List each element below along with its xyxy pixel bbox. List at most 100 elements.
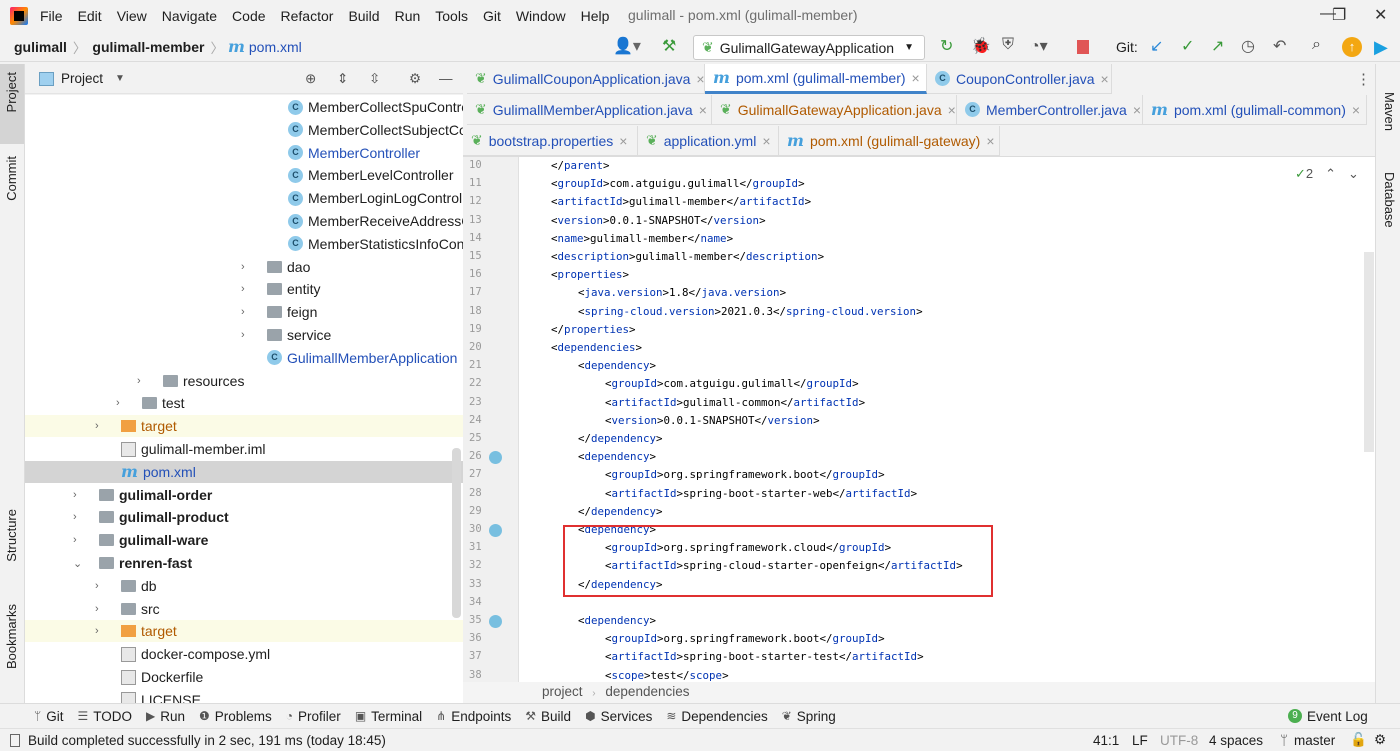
- tree-item[interactable]: Dockerfile: [25, 666, 463, 688]
- tree-item[interactable]: › gulimall-ware: [25, 529, 463, 551]
- chevron-right-icon[interactable]: ›: [241, 283, 245, 295]
- tree-item[interactable]: › service: [25, 324, 463, 346]
- editor-tab[interactable]: ❦ GulimallCouponApplication.java ×: [467, 64, 705, 94]
- tool-window-git[interactable]: ᛘ Git: [34, 709, 63, 724]
- breadcrumb-root[interactable]: gulimall: [14, 39, 67, 55]
- menu-window[interactable]: Window: [516, 8, 566, 24]
- run-dependency-icon[interactable]: [489, 615, 502, 628]
- breadcrumb-module[interactable]: gulimall-member: [92, 39, 204, 55]
- chevron-right-icon[interactable]: ›: [95, 420, 99, 432]
- update-icon[interactable]: ↑: [1342, 37, 1362, 57]
- tool-window-problems[interactable]: ❶ Problems: [199, 709, 272, 724]
- tree-scrollbar[interactable]: [452, 448, 461, 618]
- chevron-right-icon[interactable]: ›: [95, 580, 99, 592]
- menu-navigate[interactable]: Navigate: [162, 8, 217, 24]
- menu-view[interactable]: View: [117, 8, 147, 24]
- breadcrumb-file[interactable]: pom.xml: [249, 39, 302, 55]
- coverage-icon[interactable]: ⛨: [1002, 36, 1014, 54]
- tree-item[interactable]: C MemberLoginLogController: [25, 187, 463, 209]
- project-view-select[interactable]: Project: [61, 71, 103, 86]
- indent-setting[interactable]: 4 spaces: [1209, 733, 1263, 748]
- menu-refactor[interactable]: Refactor: [281, 8, 334, 24]
- editor-tab[interactable]: ❦ GulimallGatewayApplication.java ×: [712, 95, 957, 125]
- tree-item[interactable]: › gulimall-order: [25, 484, 463, 506]
- chevron-right-icon[interactable]: ›: [241, 261, 245, 273]
- maximize-icon[interactable]: ❐: [1332, 5, 1346, 25]
- build-hammer-icon[interactable]: ⚒: [662, 36, 676, 56]
- tree-item[interactable]: C MemberController: [25, 142, 463, 164]
- tool-window-spring[interactable]: ❦ Spring: [782, 709, 836, 724]
- editor-tab[interactable]: m pom.xml (gulimall-common) ×: [1143, 95, 1367, 125]
- menu-code[interactable]: Code: [232, 8, 265, 24]
- editor-tab[interactable]: m pom.xml (gulimall-gateway) ×: [779, 126, 1000, 156]
- status-toggle-icon[interactable]: [10, 733, 20, 747]
- close-tab-icon[interactable]: ×: [948, 102, 956, 118]
- chevron-right-icon[interactable]: ›: [95, 603, 99, 615]
- menu-file[interactable]: File: [40, 8, 63, 24]
- breadcrumb-dependencies[interactable]: dependencies: [605, 684, 689, 699]
- menu-build[interactable]: Build: [348, 8, 379, 24]
- chevron-right-icon[interactable]: ›: [241, 306, 245, 318]
- tree-item[interactable]: C MemberCollectSubjectController: [25, 119, 463, 141]
- close-window-icon[interactable]: ✕: [1374, 5, 1387, 25]
- menu-run[interactable]: Run: [395, 8, 421, 24]
- git-branch[interactable]: master: [1294, 733, 1335, 748]
- jetbrains-toolbox-icon[interactable]: ▶: [1374, 37, 1388, 58]
- close-tab-icon[interactable]: ×: [696, 71, 704, 87]
- tree-item[interactable]: › test: [25, 392, 463, 414]
- more-tabs-icon[interactable]: ⋮: [1356, 70, 1371, 88]
- history-icon[interactable]: ◷: [1241, 36, 1255, 56]
- tree-item[interactable]: docker-compose.yml: [25, 643, 463, 665]
- tree-item[interactable]: › db: [25, 575, 463, 597]
- tree-item[interactable]: ⌄ renren-fast: [25, 552, 463, 574]
- chevron-down-icon[interactable]: ▼: [115, 73, 125, 84]
- inspection-widget[interactable]: ✓2 ⌃ ⌄: [1295, 166, 1359, 182]
- user-icon[interactable]: 👤▾: [613, 36, 641, 56]
- run-dependency-icon[interactable]: [489, 451, 502, 465]
- rerun-icon[interactable]: ↻: [940, 36, 953, 56]
- run-dependency-icon[interactable]: [489, 524, 502, 537]
- editor-scrollbar[interactable]: [1364, 252, 1374, 452]
- inspector-icon[interactable]: ⚙: [1374, 732, 1386, 748]
- tool-window-terminal[interactable]: ▣ Terminal: [355, 709, 422, 724]
- event-log-button[interactable]: 9 Event Log: [1288, 709, 1368, 724]
- run-configuration-select[interactable]: ❦ GulimallGatewayApplication ▼: [693, 35, 925, 60]
- tool-window-run[interactable]: ▶ Run: [146, 709, 185, 724]
- breadcrumb-project[interactable]: project: [542, 684, 583, 699]
- close-tab-icon[interactable]: ×: [699, 102, 707, 118]
- code-editor[interactable]: 10 11 12 13 14 15 16 17 18 19 20 21 22 23 24 25 26 27 28 29…: [463, 156, 1375, 683]
- commit-tool-tab[interactable]: Commit: [4, 156, 19, 201]
- structure-tool-tab[interactable]: Structure: [4, 509, 19, 562]
- hide-icon[interactable]: —: [439, 71, 453, 86]
- expand-all-icon[interactable]: ⇕: [337, 71, 348, 87]
- menu-tools[interactable]: Tools: [435, 8, 468, 24]
- menu-git[interactable]: Git: [483, 8, 501, 24]
- tool-window-profiler[interactable]: ◔ Profiler: [286, 709, 341, 724]
- tree-item[interactable]: › target: [25, 620, 463, 643]
- rollback-icon[interactable]: ↶: [1273, 36, 1286, 56]
- debug-icon[interactable]: 🐞: [971, 36, 991, 56]
- status-message[interactable]: Build completed successfully in 2 sec, 1…: [28, 733, 386, 748]
- close-tab-icon[interactable]: ×: [762, 133, 770, 149]
- close-tab-icon[interactable]: ×: [1133, 102, 1141, 118]
- editor-tab[interactable]: ❦ application.yml ×: [638, 126, 779, 156]
- tree-item[interactable]: › resources: [25, 370, 463, 392]
- tree-item[interactable]: C MemberLevelController: [25, 164, 463, 186]
- tree-item[interactable]: › gulimall-product: [25, 506, 463, 528]
- file-encoding[interactable]: UTF-8: [1160, 733, 1198, 748]
- database-tool-tab[interactable]: Database: [1382, 172, 1397, 228]
- tree-item[interactable]: › src: [25, 598, 463, 620]
- tree-item[interactable]: › entity: [25, 278, 463, 300]
- close-tab-icon[interactable]: ×: [986, 133, 994, 149]
- project-tool-tab[interactable]: Project: [4, 72, 19, 112]
- maven-tool-tab[interactable]: Maven: [1382, 92, 1397, 131]
- tree-item[interactable]: › dao: [25, 256, 463, 278]
- editor-tab[interactable]: ❦ bootstrap.properties ×: [463, 126, 638, 156]
- profile-icon[interactable]: ◔▾: [1030, 36, 1048, 56]
- tree-item[interactable]: C MemberReceiveAddressController: [25, 210, 463, 232]
- chevron-right-icon[interactable]: ›: [73, 511, 77, 523]
- chevron-right-icon[interactable]: ›: [137, 375, 141, 387]
- menu-help[interactable]: Help: [581, 8, 610, 24]
- menu-edit[interactable]: Edit: [78, 8, 102, 24]
- editor-tab[interactable]: C CouponController.java ×: [927, 64, 1112, 94]
